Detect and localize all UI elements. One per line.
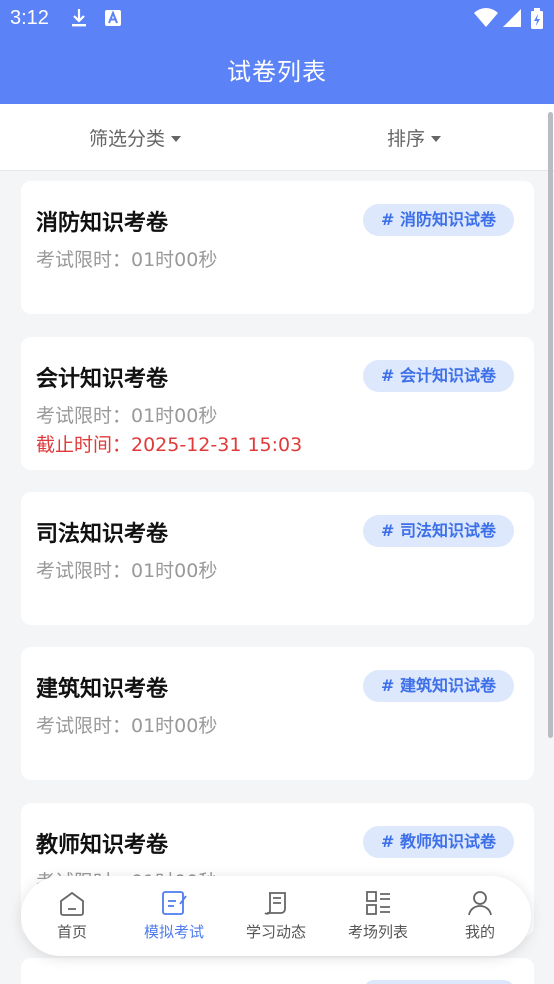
nav-label: 模拟考试 (143, 923, 204, 941)
exam-card[interactable] (21, 958, 534, 984)
caret-down-icon (171, 135, 182, 142)
exam-time-limit: 考试限时：01时00秒 (36, 560, 218, 582)
user-icon (468, 891, 492, 916)
category-filter-dropdown[interactable]: 筛选分类 (89, 124, 182, 151)
filter-bar: 筛选分类 排序 (0, 104, 554, 171)
exam-card[interactable]: 会计知识考卷 # 会计知识试卷 考试限时：01时00秒 截止时间：2025-12… (21, 337, 534, 470)
exam-tag: # 会计知识试卷 (363, 360, 514, 392)
nav-label: 我的 (464, 923, 495, 941)
nav-label: 考场列表 (347, 923, 408, 941)
exam-title: 消防知识考卷 (36, 211, 169, 236)
exam-title: 教师知识考卷 (36, 833, 169, 858)
bottom-nav: 首页 模拟考试 学习动态 考场列表 我的 (21, 876, 531, 956)
exam-card[interactable]: 消防知识考卷 # 消防知识试卷 考试限时：01时00秒 (21, 181, 534, 314)
sort-dropdown[interactable]: 排序 (387, 124, 442, 151)
battery-charging-icon (530, 8, 544, 34)
caret-down-icon (431, 135, 442, 142)
page-title: 试卷列表 (227, 58, 327, 86)
nav-item-home[interactable]: 首页 (21, 876, 123, 956)
signal-icon (502, 8, 522, 32)
exam-card[interactable]: 建筑知识考卷 # 建筑知识试卷 考试限时：01时00秒 (21, 647, 534, 780)
nav-item-exam-rooms[interactable]: 考场列表 (327, 876, 429, 956)
status-bar: 3:12 (0, 0, 554, 38)
nav-label: 首页 (56, 923, 87, 941)
status-time: 3:12 (10, 7, 49, 29)
exam-tag: # 消防知识试卷 (363, 204, 514, 236)
exam-time-limit: 考试限时：01时00秒 (36, 405, 218, 427)
edit-note-icon (162, 891, 187, 915)
exam-time-limit: 考试限时：01时00秒 (36, 249, 218, 271)
wifi-icon (474, 8, 498, 32)
sort-label: 排序 (387, 128, 426, 150)
nav-item-study-news[interactable]: 学习动态 (225, 876, 327, 956)
exam-card[interactable]: 司法知识考卷 # 司法知识试卷 考试限时：01时00秒 (21, 492, 534, 625)
scroll-icon (264, 892, 286, 915)
exam-title: 司法知识考卷 (36, 522, 169, 547)
exam-time-limit: 考试限时：01时00秒 (36, 715, 218, 737)
exam-tag (364, 980, 514, 984)
exam-tag: # 建筑知识试卷 (363, 670, 514, 702)
list-grid-icon (366, 891, 390, 915)
nav-item-mock-exam[interactable]: 模拟考试 (123, 876, 225, 956)
exam-tag: # 司法知识试卷 (363, 515, 514, 547)
exam-tag: # 教师知识试卷 (363, 826, 514, 858)
scrollbar-thumb[interactable] (548, 112, 553, 738)
nav-label: 学习动态 (245, 923, 306, 941)
keyboard-a-icon (104, 8, 122, 32)
exam-title: 会计知识考卷 (36, 367, 169, 392)
download-icon (70, 8, 88, 32)
category-filter-label: 筛选分类 (89, 128, 166, 150)
exam-deadline: 截止时间：2025-12-31 15:03 (36, 434, 303, 456)
nav-item-profile[interactable]: 我的 (429, 876, 531, 956)
app-header: 3:12 试卷列表 (0, 0, 554, 104)
exam-title: 建筑知识考卷 (36, 677, 169, 702)
home-icon (60, 891, 84, 916)
